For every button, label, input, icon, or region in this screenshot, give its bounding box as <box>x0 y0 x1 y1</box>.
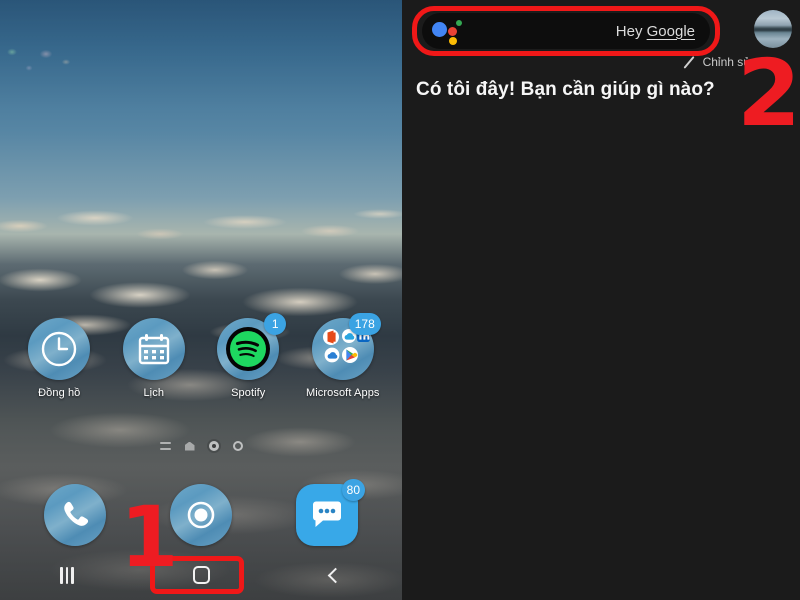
step-number-1: 1 <box>120 488 179 586</box>
step-number-2: 2 <box>737 40 800 147</box>
app-label: Đồng hồ <box>38 387 81 399</box>
app-label: Lịch <box>143 387 165 399</box>
app-grid-row: Đồng hồ Lịch 1 Spotify 178 Microsoft App… <box>0 313 402 399</box>
badge-count: 80 <box>341 479 365 501</box>
app-item-spotify[interactable]: 1 Spotify <box>206 313 290 399</box>
phone-icon[interactable] <box>44 484 106 546</box>
assistant-reply-text: Có tôi đây! Bạn cần giúp gì nào? <box>416 79 715 100</box>
badge-count: 1 <box>264 313 287 335</box>
spotify-icon[interactable]: 1 <box>217 313 287 380</box>
camera-icon[interactable] <box>170 484 232 546</box>
highlight-box-search-bar <box>412 6 720 56</box>
dock-item-phone[interactable] <box>33 484 117 553</box>
feed-icon[interactable] <box>159 442 171 450</box>
app-folder-icon[interactable]: 178 <box>311 313 381 380</box>
dock-item-messages[interactable]: 80 <box>285 479 369 553</box>
recents-icon <box>60 566 74 584</box>
nav-recents-button[interactable] <box>30 556 104 594</box>
screenshot-root: Đồng hồ Lịch 1 Spotify 178 Microsoft App… <box>0 0 800 600</box>
app-item-clock[interactable]: Đồng hồ <box>17 318 101 399</box>
dock: 80 <box>0 479 402 553</box>
app-label: Microsoft Apps <box>305 387 380 399</box>
badge-count: 178 <box>348 313 381 335</box>
messages-icon[interactable]: 80 <box>296 479 365 546</box>
page-dot[interactable] <box>232 441 243 451</box>
back-arrow-icon <box>327 567 343 583</box>
page-indicator[interactable] <box>0 441 402 451</box>
nav-back-button[interactable] <box>298 556 372 594</box>
app-item-calendar[interactable]: Lịch <box>112 318 196 399</box>
home-icon[interactable] <box>184 441 195 451</box>
android-home-screen: Đồng hồ Lịch 1 Spotify 178 Microsoft App… <box>0 0 402 600</box>
clock-icon[interactable] <box>28 318 91 380</box>
calendar-icon[interactable] <box>122 318 185 380</box>
app-label: Spotify <box>231 387 266 399</box>
app-item-microsoft-apps[interactable]: 178 Microsoft Apps <box>301 313 385 399</box>
pencil-icon <box>683 55 696 69</box>
page-dot-active[interactable] <box>208 441 219 451</box>
